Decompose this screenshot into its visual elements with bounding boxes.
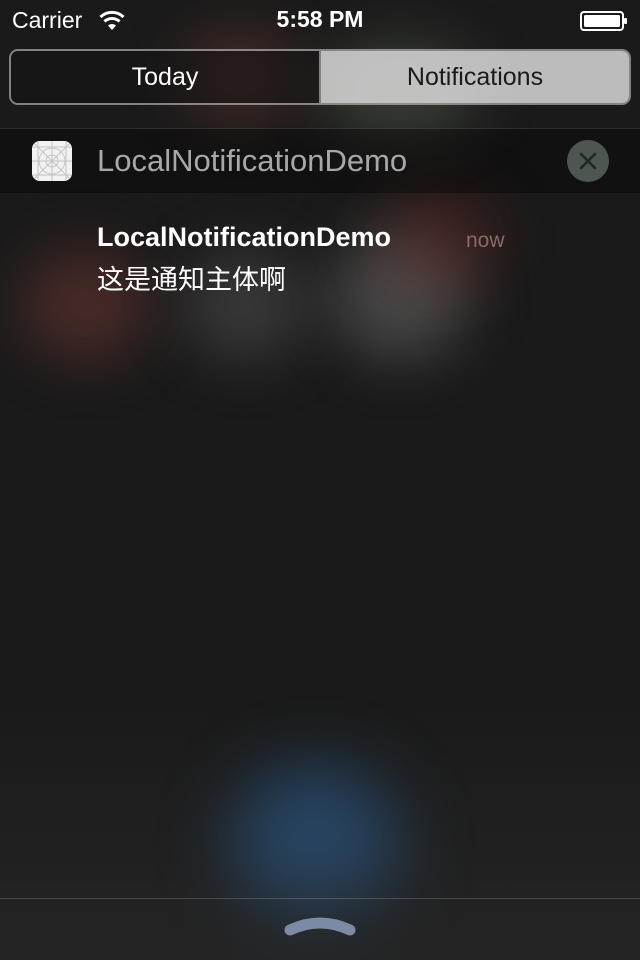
clear-notifications-button[interactable] [567, 140, 609, 182]
chevron-up-icon[interactable] [283, 908, 357, 940]
tab-today-label: Today [131, 62, 199, 91]
battery-icon [580, 11, 627, 31]
tab-today[interactable]: Today [11, 51, 321, 103]
status-bar: Carrier 5:58 PM [0, 0, 640, 40]
notification-body: 这是通知主体啊 [97, 265, 286, 295]
app-group-header: LocalNotificationDemo [0, 128, 640, 193]
notification-timestamp: now [466, 229, 505, 252]
app-grid-icon [32, 141, 72, 181]
app-group-name: LocalNotificationDemo [97, 143, 408, 178]
tab-notifications[interactable]: Notifications [321, 51, 629, 103]
notification-item[interactable]: LocalNotificationDemo now 这是通知主体啊 [0, 215, 640, 305]
status-time: 5:58 PM [276, 6, 364, 32]
bottom-divider [0, 898, 640, 899]
notification-title: LocalNotificationDemo [97, 222, 392, 252]
close-icon [579, 152, 597, 170]
view-segmented-control: Today Notifications [9, 49, 631, 105]
tab-notifications-label: Notifications [406, 62, 544, 91]
